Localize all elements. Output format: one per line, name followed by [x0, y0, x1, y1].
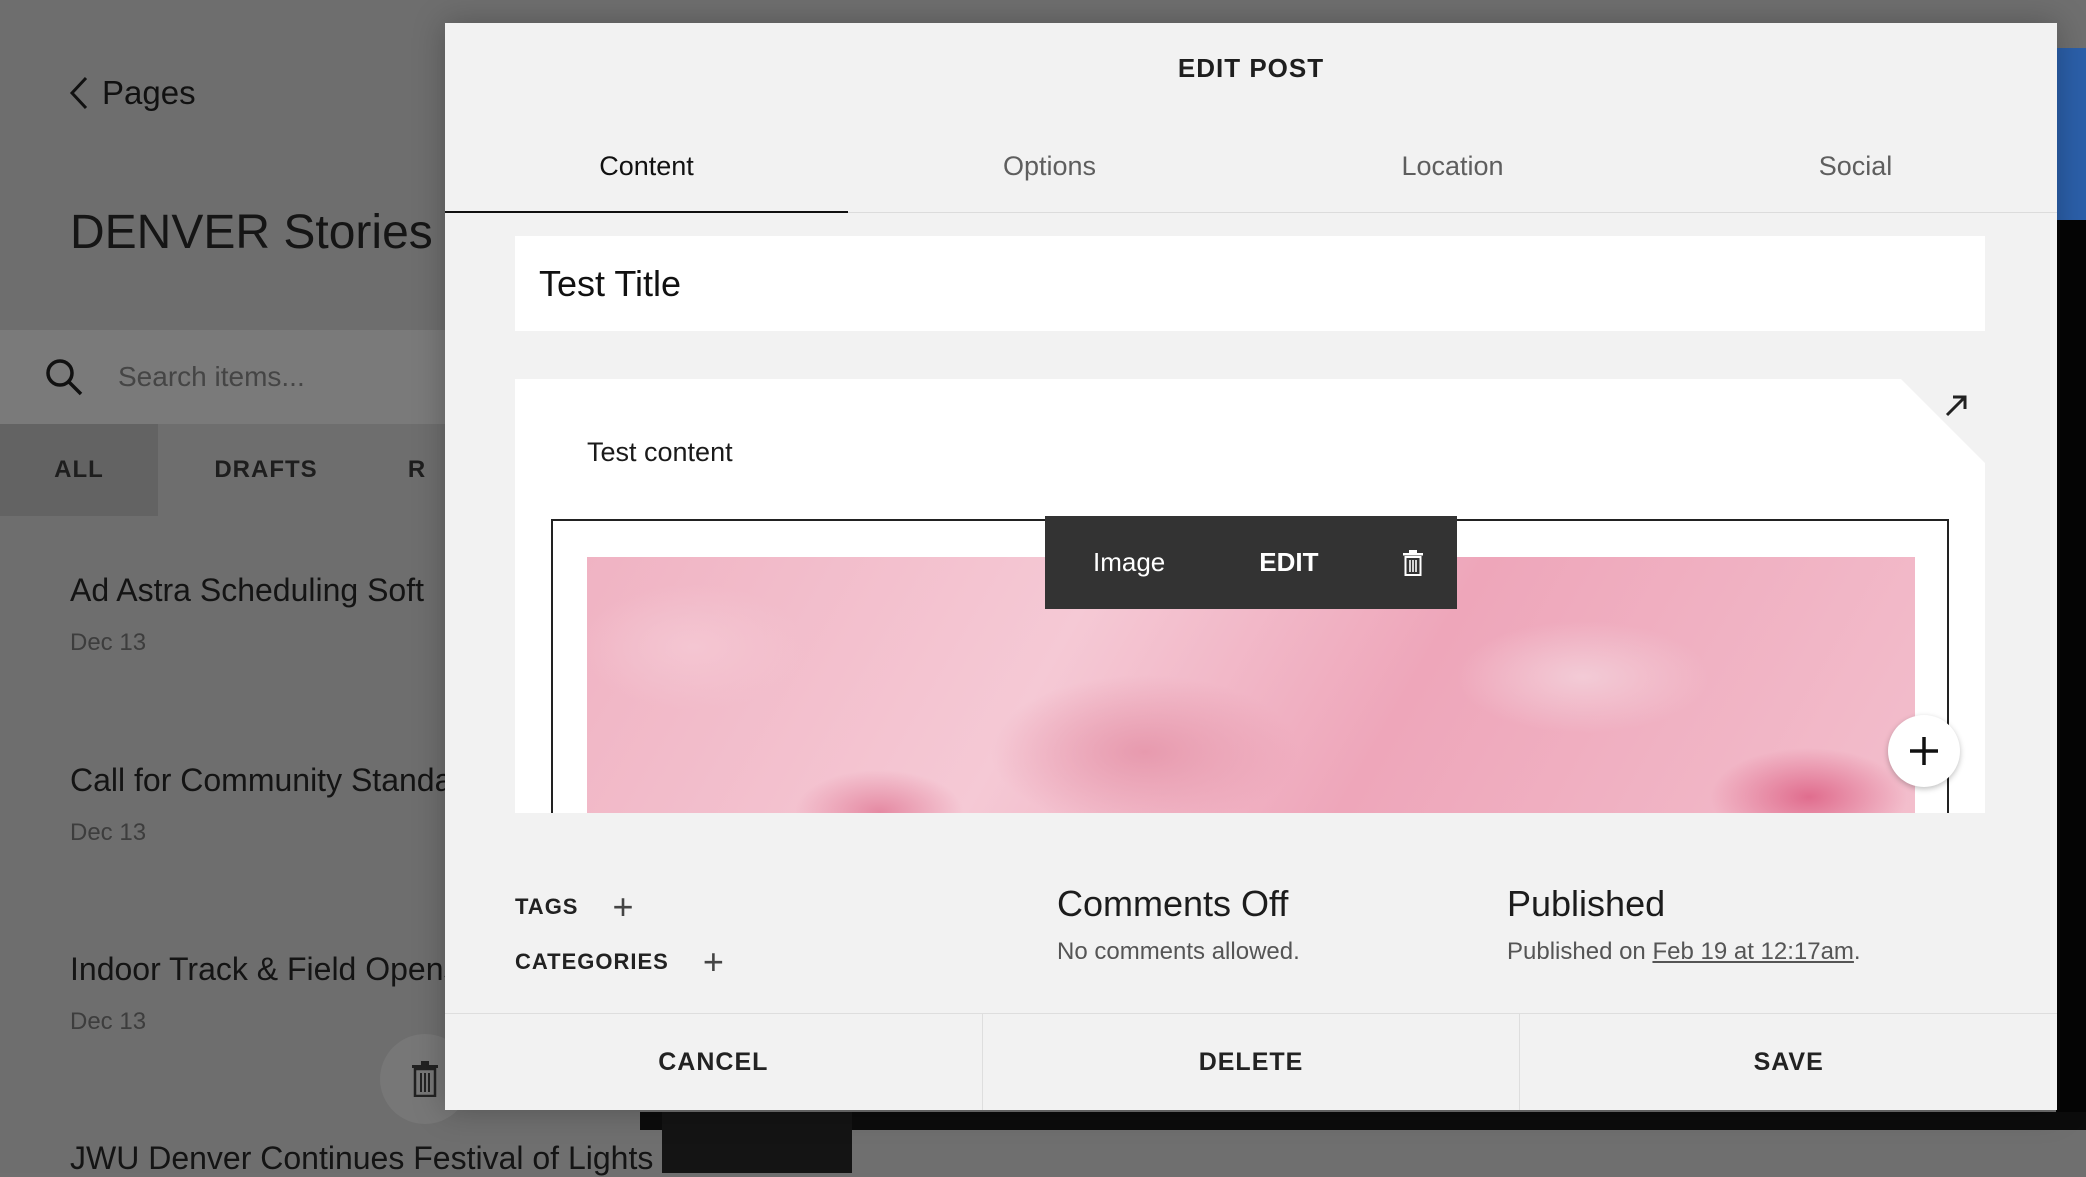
filter-all[interactable]: ALL — [0, 424, 158, 516]
published-suffix: . — [1853, 938, 1861, 965]
list-item-title: Indoor Track & Field Opens S — [70, 951, 490, 987]
add-block-button[interactable] — [1888, 715, 1960, 787]
background-blue-strip — [2056, 48, 2086, 220]
add-category-icon[interactable]: + — [703, 944, 725, 980]
list-item-thumbnail — [662, 1112, 852, 1173]
tab-content[interactable]: Content — [445, 120, 848, 213]
published-heading[interactable]: Published — [1507, 883, 1665, 925]
back-label: Pages — [102, 74, 196, 111]
image-delete-button[interactable] — [1401, 549, 1425, 577]
list-item-title: Call for Community Standard — [70, 762, 481, 798]
modal-title: EDIT POST — [1177, 53, 1325, 83]
publish-date-link[interactable]: Feb 19 at 12:17am — [1652, 938, 1853, 965]
back-to-pages-link[interactable]: Pages — [68, 74, 196, 112]
editor-corner — [1901, 379, 1985, 463]
categories-row: CATEGORIES + — [515, 944, 725, 980]
tags-label: TAGS — [515, 894, 579, 919]
plus-icon — [1910, 737, 1938, 765]
list-item[interactable]: Ad Astra Scheduling Soft Dec 13 — [70, 572, 424, 657]
tab-social[interactable]: Social — [1654, 120, 2057, 212]
categories-label: CATEGORIES — [515, 949, 669, 974]
list-item-title: Ad Astra Scheduling Soft — [70, 572, 424, 608]
list-item[interactable]: Indoor Track & Field Opens S Dec 13 — [70, 951, 490, 1036]
search-icon — [46, 359, 83, 396]
modal-footer: CANCEL DELETE SAVE — [445, 1013, 2057, 1110]
add-tag-icon[interactable]: + — [612, 889, 634, 925]
background-bottom-strip — [640, 1112, 2086, 1130]
save-button[interactable]: SAVE — [1520, 1014, 2057, 1110]
delete-button[interactable]: DELETE — [983, 1014, 1521, 1110]
comments-heading[interactable]: Comments Off — [1057, 883, 1288, 925]
published-prefix: Published on — [1507, 938, 1653, 965]
post-title-field[interactable]: Test Title — [515, 236, 1985, 331]
cancel-button[interactable]: CANCEL — [445, 1014, 983, 1110]
trash-icon — [412, 1061, 438, 1097]
list-item-date: Dec 13 — [70, 1008, 147, 1035]
list-item[interactable]: Call for Community Standard Dec 13 — [70, 762, 481, 847]
list-item-title: JWU Denver Continues Festival of Lights … — [70, 1140, 689, 1176]
expand-icon[interactable] — [1943, 393, 1969, 419]
image-toolbar-label: Image — [1093, 547, 1166, 577]
tab-options[interactable]: Options — [848, 120, 1251, 212]
comments-subtext: No comments allowed. — [1057, 938, 1300, 965]
background-dark-strip — [2056, 220, 2086, 1130]
search-bar — [0, 330, 460, 424]
list-item-date: Dec 13 — [70, 629, 147, 656]
tab-location[interactable]: Location — [1251, 120, 1654, 212]
filter-tabs: ALL DRAFTS R — [0, 424, 460, 516]
image-toolbar: Image EDIT — [1045, 516, 1457, 609]
image-edit-button[interactable]: EDIT — [1259, 547, 1318, 578]
content-text[interactable]: Test content — [587, 437, 733, 468]
search-input[interactable] — [116, 360, 420, 394]
trash-icon — [1402, 549, 1423, 576]
published-subtext: Published on Feb 19 at 12:17am. — [1507, 938, 1861, 966]
edit-post-modal: EDIT POST Content Options Location Socia… — [445, 23, 2057, 1110]
chevron-left-icon — [69, 76, 88, 110]
list-item-date: Dec 13 — [70, 819, 147, 846]
site-title: DENVER Stories — [70, 206, 433, 259]
filter-drafts[interactable]: DRAFTS — [158, 424, 374, 516]
list-item[interactable]: JWU Denver Continues Festival of Lights … — [70, 1140, 689, 1177]
modal-tabs: Content Options Location Social — [445, 120, 2057, 213]
tags-row: TAGS + — [515, 889, 635, 925]
